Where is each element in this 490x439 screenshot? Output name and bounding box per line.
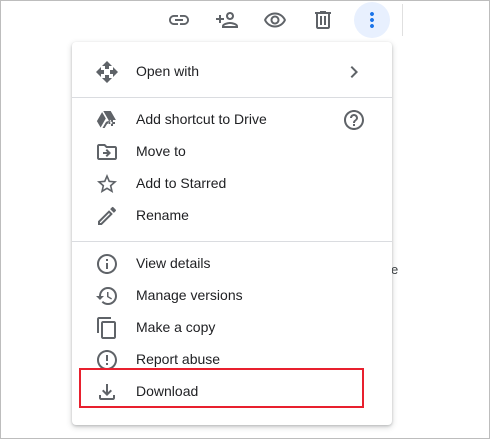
menu-item-add-to-starred[interactable]: Add to Starred [72, 168, 392, 200]
report-icon [95, 348, 119, 372]
menu-item-manage-versions[interactable]: Manage versions [72, 280, 392, 312]
context-menu: Open with Add shortcut to Drive Move to … [72, 42, 392, 425]
add-person-icon [216, 12, 238, 28]
more-actions-button[interactable] [354, 2, 390, 38]
menu-item-add-shortcut[interactable]: Add shortcut to Drive [72, 104, 392, 136]
menu-item-label: Report abuse [136, 351, 221, 367]
menu-divider [72, 241, 392, 242]
toolbar-divider [402, 4, 403, 36]
info-icon [95, 252, 119, 276]
menu-item-label: Make a copy [136, 319, 216, 335]
menu-item-label: Open with [136, 63, 200, 79]
menu-divider [72, 97, 392, 98]
menu-item-rename[interactable]: Rename [72, 200, 392, 232]
trash-icon [315, 11, 331, 29]
chevron-right-icon [342, 60, 366, 84]
link-icon [169, 15, 189, 25]
menu-item-label: Download [136, 383, 199, 399]
pencil-icon [95, 204, 119, 228]
link-button[interactable] [161, 2, 197, 38]
download-icon [95, 380, 119, 404]
menu-item-download[interactable]: Download [72, 376, 392, 408]
move-to-folder-icon [95, 140, 119, 164]
star-icon [95, 172, 119, 196]
history-icon [95, 284, 119, 308]
menu-item-label: Add to Starred [136, 175, 227, 191]
more-vert-icon [370, 12, 374, 28]
help-icon[interactable] [342, 108, 366, 132]
menu-item-label: Manage versions [136, 287, 243, 303]
menu-item-label: Add shortcut to Drive [136, 111, 267, 127]
menu-item-report-abuse[interactable]: Report abuse [72, 344, 392, 376]
menu-item-view-details[interactable]: View details [72, 248, 392, 280]
toolbar [0, 0, 490, 42]
menu-item-label: Rename [136, 207, 189, 223]
menu-item-open-with[interactable]: Open with [72, 56, 392, 88]
eye-icon [264, 12, 286, 28]
remove-button[interactable] [305, 2, 341, 38]
share-button[interactable] [209, 2, 245, 38]
open-with-icon [95, 60, 119, 84]
background-text-fragment: e [391, 262, 399, 277]
menu-item-label: Move to [136, 143, 186, 159]
menu-item-label: View details [136, 255, 211, 271]
menu-item-make-a-copy[interactable]: Make a copy [72, 312, 392, 344]
drive-add-icon [95, 108, 119, 132]
copy-icon [95, 316, 119, 340]
menu-item-move-to[interactable]: Move to [72, 136, 392, 168]
preview-button[interactable] [257, 2, 293, 38]
